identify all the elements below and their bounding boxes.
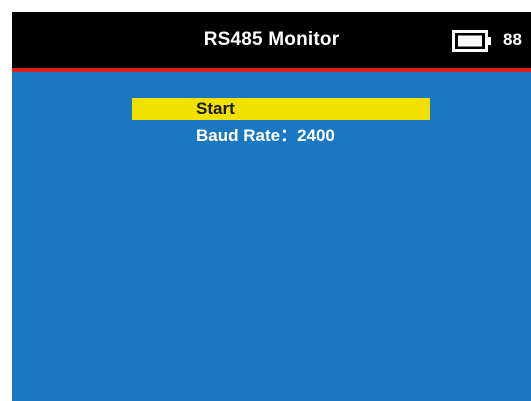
battery-icon: [452, 30, 491, 52]
title-divider: [12, 68, 531, 72]
menu-item-baud-rate[interactable]: Baud Rate：2400: [196, 125, 335, 147]
menu-item-start-label: Start: [196, 99, 235, 118]
menu-item-start[interactable]: Start: [132, 98, 430, 120]
battery-level: 88: [503, 30, 522, 49]
title-bar: RS485 Monitor 88: [12, 12, 531, 68]
device-screen: RS485 Monitor 88 Start Baud Rate：2400: [12, 12, 531, 401]
